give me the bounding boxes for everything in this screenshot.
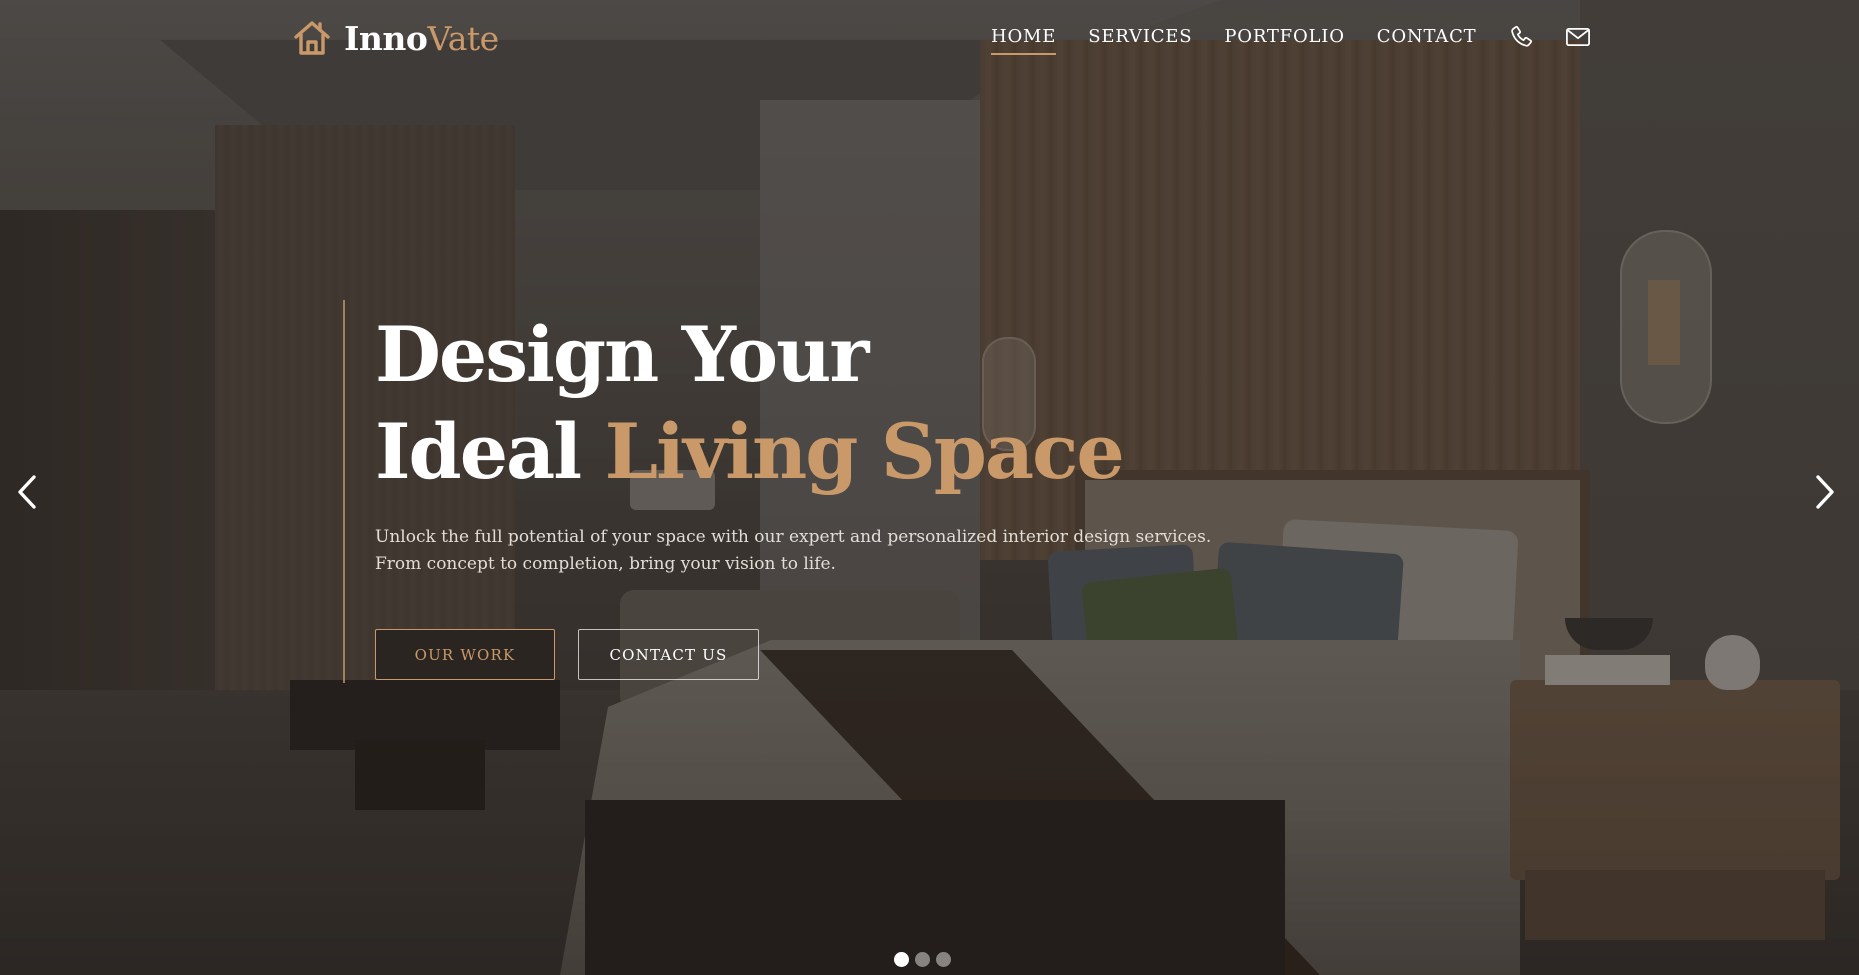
brand-logo[interactable]: InnoVate (292, 18, 499, 58)
hero-description-line-2: From concept to completion, bring your v… (375, 554, 836, 574)
nav-services[interactable]: SERVICES (1088, 26, 1192, 55)
headline-line-2-plain: Ideal (375, 407, 582, 496)
mail-icon[interactable] (1564, 23, 1592, 51)
phone-icon[interactable] (1508, 23, 1536, 51)
headline-line-1: Design Your (375, 310, 869, 399)
hero-description: Unlock the full potential of your space … (375, 524, 1275, 578)
slider-dot-3[interactable] (936, 952, 951, 967)
nav-portfolio[interactable]: PORTFOLIO (1224, 26, 1344, 55)
brand-name: InnoVate (344, 19, 499, 58)
headline-line-2-accent: Living Space (604, 407, 1125, 496)
brand-name-primary: Inno (344, 18, 428, 58)
accent-divider-line (343, 300, 345, 683)
our-work-button[interactable]: OUR WORK (375, 629, 555, 680)
house-icon (294, 21, 330, 55)
slider-dot-2[interactable] (915, 952, 930, 967)
hero-buttons: OUR WORK CONTACT US (375, 629, 759, 680)
headline-line-2: Ideal Living Space (375, 403, 1275, 500)
hero-description-line-1: Unlock the full potential of your space … (375, 527, 1212, 547)
nav-home[interactable]: HOME (991, 26, 1057, 55)
chevron-left-icon[interactable] (10, 469, 46, 515)
chevron-right-icon[interactable] (1806, 469, 1842, 515)
navbar: InnoVate HOME SERVICES PORTFOLIO CONTACT (0, 0, 1859, 80)
slider-dots (894, 952, 957, 967)
hero-headline: Design Your Ideal Living Space (375, 306, 1275, 500)
nav-contact[interactable]: CONTACT (1377, 26, 1477, 55)
contact-us-button[interactable]: CONTACT US (578, 629, 759, 680)
slider-dot-1[interactable] (894, 952, 909, 967)
main-nav: HOME SERVICES PORTFOLIO CONTACT (991, 23, 1620, 55)
brand-name-accent: Vate (427, 18, 499, 58)
